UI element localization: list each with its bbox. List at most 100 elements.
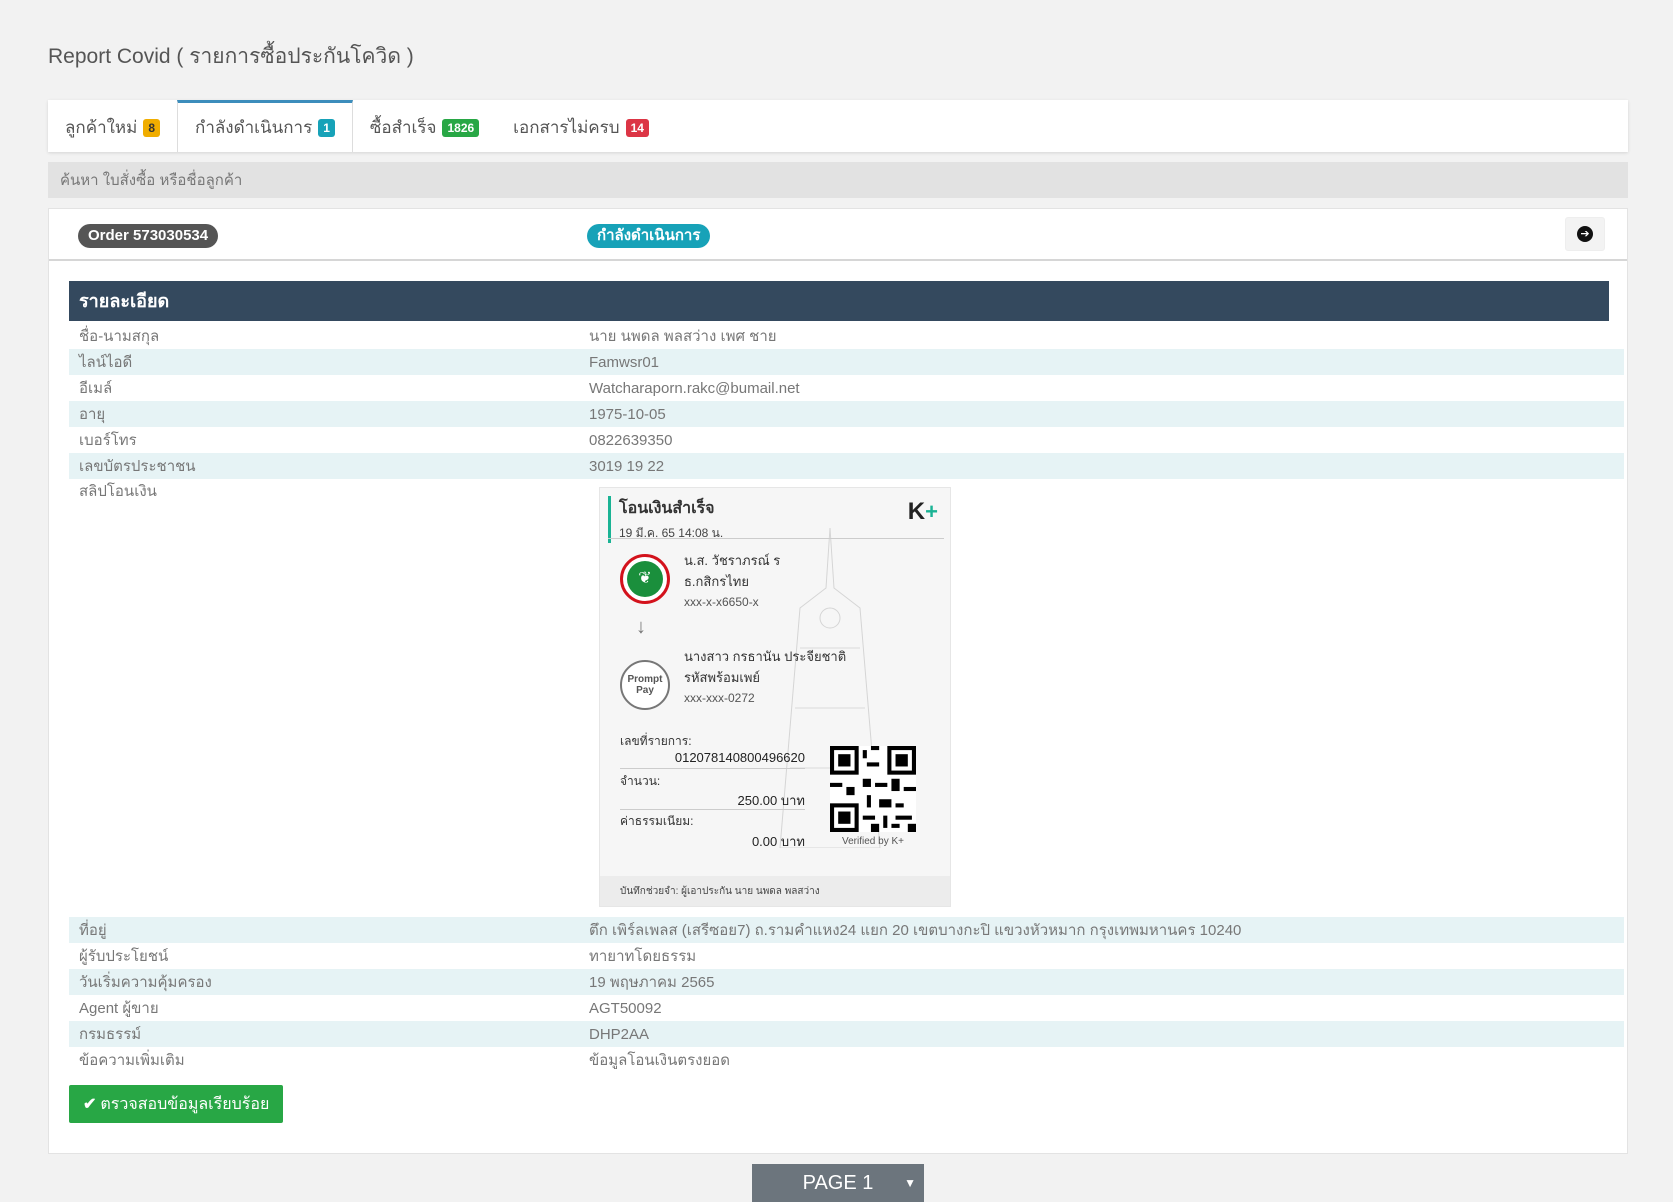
sender-info: น.ส. วัชราภรณ์ ร ธ.กสิกรไทย xxx-x-x6650-… [684,550,780,613]
order-card: Order 573030534 กำลังดำเนินการ ➔ รายละเอ… [48,208,1628,1154]
kplus-plus: + [925,499,938,524]
tab-label: เอกสารไม่ครบ [513,118,620,137]
sender-bank: ธ.กสิกรไทย [684,574,749,589]
tab-incomplete-documents[interactable]: เอกสารไม่ครบ 14 [496,100,666,152]
detail-label: เลขบัตรประชาชน [79,458,196,475]
page-select[interactable]: PAGE 1 ▼ [752,1164,924,1202]
kplus-brand: K [907,498,926,525]
tab-new-customers[interactable]: ลูกค้าใหม่ 8 [48,100,177,152]
receiver-info: นางสาว กรธานัน ประจียชาติ รหัสพร้อมเพย์ … [684,646,846,709]
count-badge: 1826 [442,118,480,137]
order-card-header: Order 573030534 กำลังดำเนินการ ➔ [49,209,1627,261]
detail-row-line-id: ไลน์ไอดี Famwsr01 [69,349,1624,375]
detail-row-coverage-start: วันเริ่มความคุ้มครอง 19 พฤษภาคม 2565 [69,969,1624,995]
slip-divider [620,809,805,810]
sender-name: น.ส. วัชราภรณ์ ร [684,553,781,568]
verified-text: Verified by K+ [842,836,904,847]
detail-row-policy: กรมธรรม์ DHP2AA [69,1021,1624,1047]
arrow-down-icon: ↓ [636,616,646,638]
detail-value: ทายาทโดยธรรม [589,948,697,965]
detail-value: นาย นพดล พลสว่าง เพศ ชาย [589,328,777,345]
detail-value: AGT50092 [589,999,662,1017]
count-badge: 8 [143,118,161,137]
promptpay-logo-icon: Prompt Pay [620,660,670,710]
detail-row-note: ข้อความเพิ่มเติม ข้อมูลโอนเงินตรงยอด [69,1047,1624,1073]
txn-label: เลขที่รายการ: [620,734,692,748]
receiver-account: xxx-xxx-0272 [684,691,755,705]
slip-divider [608,538,944,539]
detail-row-email: อีเมล์ Watcharaporn.rakc@bumail.net [69,375,1624,401]
qr-code-icon [830,746,916,832]
tab-purchased[interactable]: ซื้อสำเร็จ 1826 [353,100,496,152]
tab-label: กำลังดำเนินการ [195,118,313,137]
slip-memo: บันทึกช่วยจำ: ผู้เอาประกัน นาย นพดล พลสว… [600,876,950,906]
detail-value: 0822639350 [589,431,673,449]
detail-row-age: อายุ 1975-10-05 [69,401,1624,427]
details-header: รายละเอียด [69,281,1609,321]
status-badge: กำลังดำเนินการ [587,224,711,248]
page-select-value: PAGE 1 [802,1171,874,1194]
receiver-type: รหัสพร้อมเพย์ [684,670,761,685]
detail-label: ไลน์ไอดี [79,354,133,371]
detail-row-phone: เบอร์โทร 0822639350 [69,427,1624,453]
detail-row-agent: Agent ผู้ขาย AGT50092 [69,995,1624,1021]
promptpay-text: Prompt [627,674,663,685]
check-icon: ✔ [83,1096,97,1113]
details-list: ชื่อ-นามสกุล นาย นพดล พลสว่าง เพศ ชาย ไล… [69,323,1624,479]
tab-label: ซื้อสำเร็จ [369,118,437,137]
detail-value: 1975-10-05 [589,405,666,423]
detail-row-name: ชื่อ-นามสกุล นาย นพดล พลสว่าง เพศ ชาย [69,323,1624,349]
slip-label: สลิปโอนเงิน [79,483,157,500]
detail-label: ชื่อ-นามสกุล [79,328,160,345]
status-tabs: ลูกค้าใหม่ 8 กำลังดำเนินการ 1 ซื้อสำเร็จ… [48,100,1628,152]
arrow-right-circle-icon: ➔ [1577,226,1593,242]
kbank-logo-icon: ❦ [620,554,670,604]
detail-label: อายุ [79,406,106,423]
detail-label: ผู้รับประโยชน์ [79,948,169,965]
order-number-badge: Order 573030534 [78,224,219,248]
amount-value: 250.00 บาท [737,793,806,808]
detail-value: 3019 19 22 [589,457,665,475]
kplus-logo: K+ [908,498,938,526]
page-title: Report Covid ( รายการซื้อประกันโควิด ) [48,45,414,68]
slip-title-block: โอนเงินสำเร็จ 19 มี.ค. 65 14:08 น. [608,496,723,543]
detail-label: วันเริ่มความคุ้มครอง [79,974,212,991]
search-input[interactable] [60,162,1628,198]
detail-row-id-card: เลขบัตรประชาชน 3019 19 22 [69,453,1624,479]
detail-value: ข้อมูลโอนเงินตรงยอด [589,1052,731,1069]
detail-value: 19 พฤษภาคม 2565 [589,974,715,991]
detail-label: ข้อความเพิ่มเติม [79,1052,185,1069]
receiver-name: นางสาว กรธานัน ประจียชาติ [684,649,847,664]
detail-label: อีเมล์ [79,380,113,397]
search-bar [48,162,1628,198]
detail-label: ที่อยู่ [79,922,107,939]
transfer-slip-image: โอนเงินสำเร็จ 19 มี.ค. 65 14:08 น. K+ ❦ … [599,487,951,907]
count-badge: 1 [318,118,335,137]
slip-datetime: 19 มี.ค. 65 14:08 น. [619,526,724,540]
detail-row-beneficiary: ผู้รับประโยชน์ ทายาทโดยธรรม [69,943,1624,969]
details-list-bottom: ที่อยู่ ตึก เพิร์ลเพลส (เสรีซอย7) ถ.รามค… [69,917,1624,1073]
slip-title: โอนเงินสำเร็จ [619,500,715,517]
detail-value: Watcharaporn.rakc@bumail.net [589,379,800,397]
fee-value: 0.00 บาท [751,834,805,849]
detail-value: DHP2AA [589,1025,650,1043]
open-order-button[interactable]: ➔ [1565,217,1605,251]
count-badge: 14 [625,118,649,137]
verify-button-label: ตรวจสอบข้อมูลเรียบร้อย [100,1095,270,1113]
txn-value: 012078140800496620 [674,750,805,765]
slip-divider [620,768,805,769]
fee-label: ค่าธรรมเนียม: [620,814,694,828]
chevron-down-icon: ▼ [904,1176,916,1190]
detail-value: Famwsr01 [589,353,660,371]
sender-account: xxx-x-x6650-x [684,595,759,609]
detail-row-address: ที่อยู่ ตึก เพิร์ลเพลส (เสรีซอย7) ถ.รามค… [69,917,1624,943]
amount-label: จำนวน: [620,774,661,788]
tab-label: ลูกค้าใหม่ [65,118,138,137]
promptpay-text: Pay [636,685,654,696]
verify-complete-button[interactable]: ✔ ตรวจสอบข้อมูลเรียบร้อย [69,1085,284,1123]
detail-value: ตึก เพิร์ลเพลส (เสรีซอย7) ถ.รามคำแหง24 แ… [589,922,1242,939]
detail-label: Agent ผู้ขาย [79,1000,159,1017]
detail-label: กรมธรรม์ [79,1026,142,1043]
tab-in-progress[interactable]: กำลังดำเนินการ 1 [177,100,353,152]
detail-label: เบอร์โทร [79,432,137,449]
